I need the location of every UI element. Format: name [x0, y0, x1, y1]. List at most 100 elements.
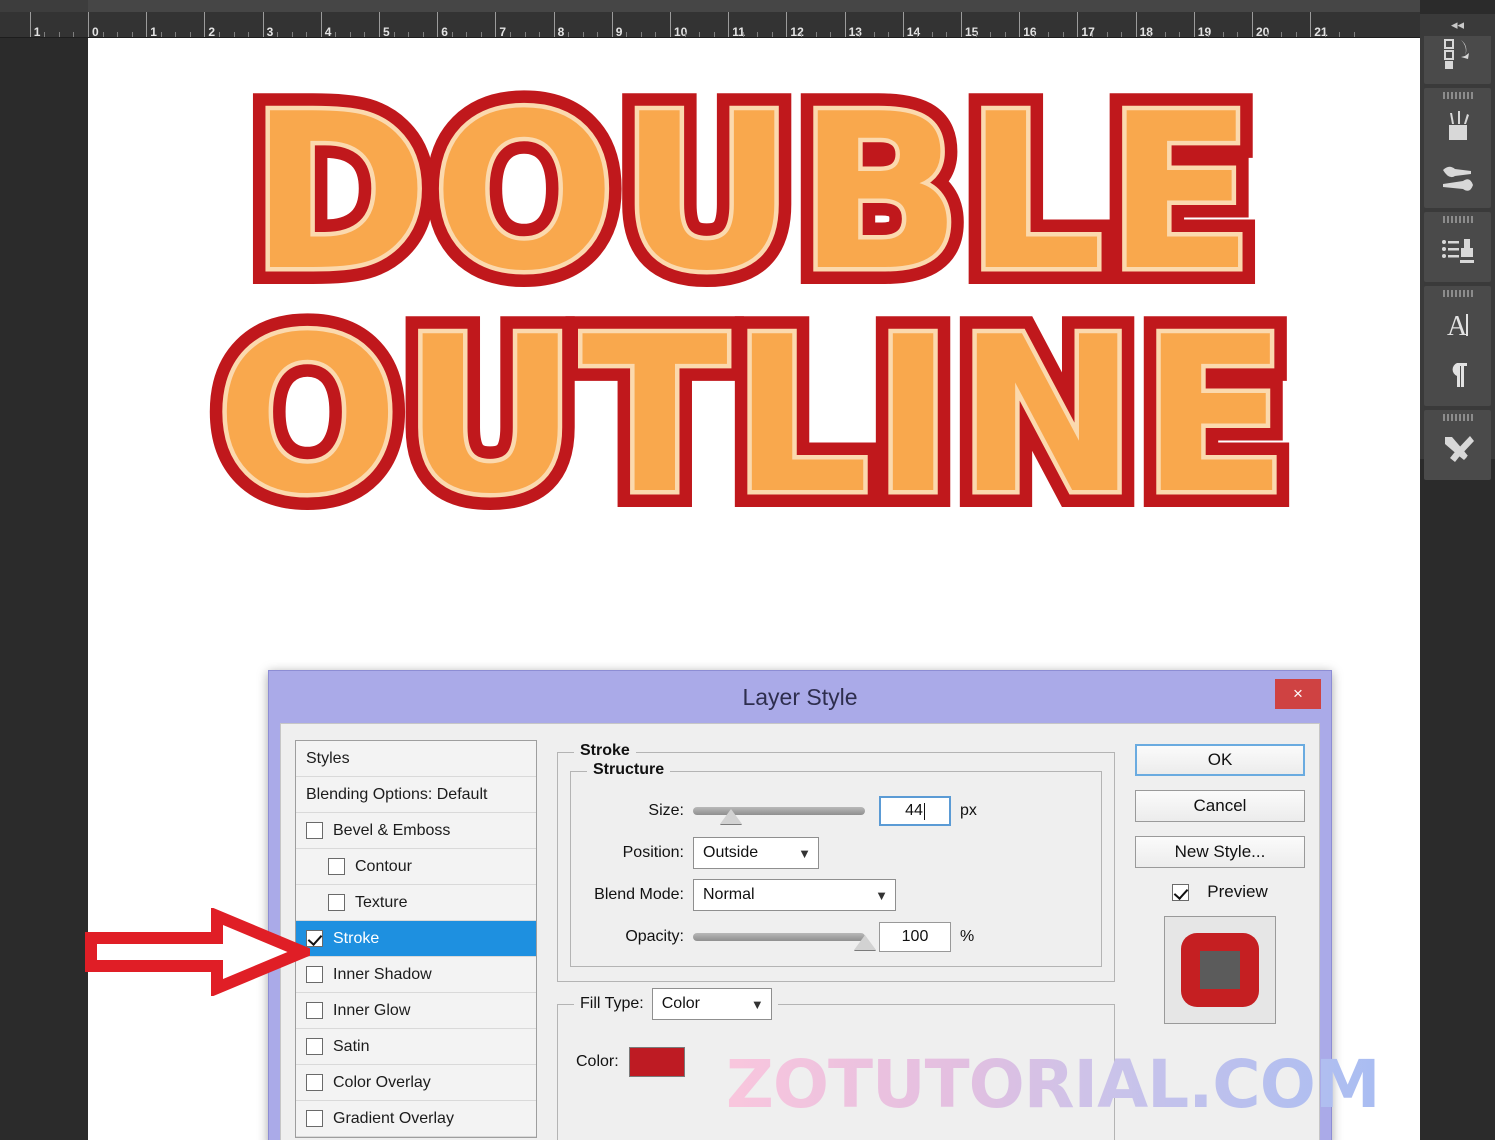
size-unit: px	[960, 802, 977, 819]
styles-item-checkbox[interactable]	[306, 822, 323, 839]
blending-options-label: Blending Options: Default	[306, 785, 488, 803]
styles-item-texture[interactable]: Texture	[296, 885, 536, 921]
preview-checkbox[interactable]	[1172, 883, 1190, 901]
tool-presets-icon[interactable]	[1424, 424, 1491, 474]
dock-group-brushes	[1424, 88, 1491, 208]
chevron-down-icon: ▼	[875, 887, 888, 903]
styles-items-container: Bevel & Emboss Contour Texture Stroke Inner …	[296, 813, 536, 1137]
photoshop-window: 1 0 1 2 3 4 5 6 7 8 9 10 11 12 13 14 15 16 17 18 19 20 21 DOUB…	[0, 0, 1495, 1140]
preview-thumbnail	[1164, 916, 1276, 1024]
opacity-slider-thumb[interactable]	[854, 935, 876, 950]
styles-item-gradient-overlay[interactable]: Gradient Overlay	[296, 1101, 536, 1137]
artwork-line-2: OUTLINE OUTLINE	[88, 289, 1420, 541]
styles-item-inner-shadow[interactable]: Inner Shadow	[296, 957, 536, 993]
size-row: Size: 44 px	[571, 790, 1101, 832]
dialog-titlebar[interactable]: Layer Style ×	[269, 671, 1331, 723]
size-value: 44	[905, 802, 923, 819]
chevron-down-icon: ▼	[750, 996, 764, 1012]
size-input[interactable]: 44	[879, 796, 951, 826]
styles-item-checkbox[interactable]	[306, 1074, 323, 1091]
styles-item-checkbox[interactable]	[328, 894, 345, 911]
character-icon[interactable]: A	[1424, 300, 1491, 350]
styles-item-checkbox[interactable]	[306, 1110, 323, 1127]
styles-item-checkbox[interactable]	[306, 966, 323, 983]
styles-item-label: Texture	[355, 893, 408, 911]
ruler-label: 6	[441, 25, 448, 38]
chevron-down-icon: ▼	[798, 845, 811, 861]
size-slider[interactable]	[693, 807, 865, 824]
dock-group-tools	[1424, 410, 1491, 480]
styles-item-label: Gradient Overlay	[333, 1109, 454, 1127]
blend-mode-row: Blend Mode: Normal ▼	[571, 874, 1101, 916]
styles-item-inner-glow[interactable]: Inner Glow	[296, 993, 536, 1029]
ruler-label: 5	[383, 25, 390, 38]
adjustments-icon[interactable]	[1424, 226, 1491, 276]
fill-type-label: Fill Type:	[580, 995, 644, 1012]
dock-grip[interactable]	[1424, 88, 1491, 102]
stroke-settings-column: Stroke Structure Size: 44 px Position: O…	[557, 740, 1115, 1140]
ruler-label: 7	[499, 25, 507, 38]
styles-list: Styles Blending Options: Default Bevel &…	[295, 740, 537, 1138]
blend-mode-value: Normal	[703, 886, 755, 903]
dock-grip[interactable]	[1424, 286, 1491, 300]
styles-item-blending-options[interactable]: Blending Options: Default	[296, 777, 536, 813]
dialog-buttons-column: OK Cancel New Style... Preview	[1135, 740, 1305, 1140]
styles-item-satin[interactable]: Satin	[296, 1029, 536, 1065]
artwork-line-1-text: DOUBLE	[246, 67, 1259, 318]
styles-header-label: Styles	[306, 749, 350, 767]
structure-group-label: Structure	[587, 761, 671, 779]
dock-grip[interactable]	[1424, 212, 1491, 226]
opacity-row: Opacity: 100 %	[571, 916, 1101, 958]
ruler-label: 0	[92, 25, 99, 38]
ruler-label: 3	[266, 25, 274, 38]
styles-item-stroke[interactable]: Stroke	[296, 921, 536, 957]
structure-group: Structure Size: 44 px Position: Outside …	[570, 761, 1102, 967]
styles-item-label: Bevel & Emboss	[333, 821, 451, 839]
ok-button[interactable]: OK	[1135, 744, 1305, 776]
styles-item-bevel-emboss[interactable]: Bevel & Emboss	[296, 813, 536, 849]
text-caret	[923, 802, 925, 820]
styles-item-contour[interactable]: Contour	[296, 849, 536, 885]
brushes-icon[interactable]	[1424, 102, 1491, 152]
size-slider-thumb[interactable]	[719, 809, 742, 824]
styles-item-checkbox[interactable]	[328, 858, 345, 875]
opacity-label: Opacity:	[625, 928, 684, 945]
fill-type-select[interactable]: Color ▼	[651, 988, 772, 1020]
ruler-top-shade	[0, 0, 1420, 12]
position-select[interactable]: Outside ▼	[693, 837, 819, 869]
dock-collapse-button[interactable]: ◂◂	[1420, 14, 1495, 36]
styles-item-checkbox[interactable]	[306, 1002, 323, 1019]
preview-thumbnail-stroke	[1181, 933, 1259, 1007]
position-label: Position:	[622, 844, 684, 861]
position-row: Position: Outside ▼	[571, 832, 1101, 874]
dock-group-type: A	[1424, 286, 1491, 406]
ruler-label: 8	[557, 25, 565, 38]
new-style-button[interactable]: New Style...	[1135, 836, 1305, 868]
styles-column: Styles Blending Options: Default Bevel &…	[295, 740, 537, 1140]
ruler-label: 4	[324, 25, 332, 38]
fill-type-group: Fill Type: Color ▼ Color:	[557, 988, 1115, 1140]
styles-item-checkbox[interactable]	[306, 1038, 323, 1055]
dock-grip[interactable]	[1424, 410, 1491, 424]
color-swatch[interactable]	[628, 1047, 685, 1077]
layer-style-dialog: Layer Style × Styles Blending Options: D…	[268, 670, 1332, 1140]
artwork-line-2-text: OUTLINE	[212, 289, 1293, 541]
artwork-line-1: DOUBLE DOUBLE	[88, 67, 1420, 318]
blend-mode-select[interactable]: Normal ▼	[693, 879, 896, 911]
styles-item-checkbox[interactable]	[306, 930, 323, 947]
ruler-label: 2	[208, 25, 216, 38]
ruler-marks: 1 0 1 2 3 4 5 6 7 8 9 10 11 12 13 14 15 16 17 18 19 20 21	[0, 12, 1420, 38]
artwork: DOUBLE DOUBLE OUTLINE OUTLINE	[88, 48, 1420, 541]
horizontal-ruler[interactable]: 1 0 1 2 3 4 5 6 7 8 9 10 11 12 13 14 15 16 17 18 19 20 21	[0, 0, 1420, 38]
brush-presets-icon[interactable]	[1424, 152, 1491, 202]
cancel-button[interactable]: Cancel	[1135, 790, 1305, 822]
blend-mode-label: Blend Mode:	[594, 886, 684, 903]
opacity-slider[interactable]	[693, 933, 876, 950]
color-row: Color:	[576, 1047, 685, 1077]
styles-item-color-overlay[interactable]: Color Overlay	[296, 1065, 536, 1101]
close-icon[interactable]: ×	[1275, 679, 1321, 709]
preview-row[interactable]: Preview	[1135, 882, 1305, 902]
paragraph-icon[interactable]	[1424, 350, 1491, 400]
dialog-title: Layer Style	[742, 683, 858, 710]
opacity-input[interactable]: 100	[879, 922, 951, 952]
